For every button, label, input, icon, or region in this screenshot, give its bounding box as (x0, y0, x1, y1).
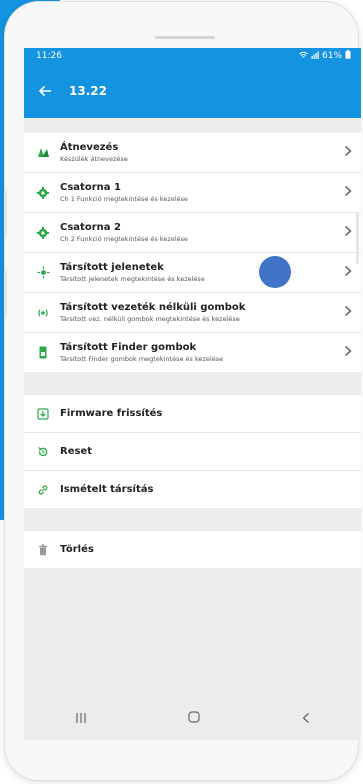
link-icon (28, 484, 58, 496)
chevron-right-icon (335, 305, 361, 321)
menu-item-scenes[interactable]: Társított jelenetek Társított jelenetek … (24, 253, 361, 293)
back-nav-icon[interactable] (301, 709, 311, 728)
menu-item-sublabel: Ch 1 Funkció megtekintése és kezelése (60, 194, 189, 203)
firmware-download-icon (28, 407, 58, 420)
trash-icon (28, 544, 58, 556)
chevron-right-icon (335, 265, 361, 281)
menu-item-label: Társított Finder gombok (60, 341, 197, 353)
chevron-right-icon (335, 345, 361, 361)
action-label: Törlés (60, 544, 94, 555)
status-indicators: 61% (299, 50, 351, 62)
battery-icon (345, 50, 351, 62)
spacer (24, 118, 361, 133)
spacer (24, 508, 361, 531)
menu-item-channel-2[interactable]: Csatorna 2 Ch 2 Funkció megtekintése és … (24, 213, 361, 253)
touch-indicator (259, 256, 291, 288)
signal-icon (311, 51, 319, 62)
menu-item-finder-buttons[interactable]: Társított Finder gombok Társított Finder… (24, 333, 361, 372)
reset-icon (28, 446, 58, 458)
speaker-grille (155, 36, 215, 39)
menu-item-wireless-buttons[interactable]: Társított vezeték nélküli gombok Társíto… (24, 293, 361, 333)
android-nav-bar (24, 696, 361, 740)
menu-item-sublabel: Társított vez. nélküli gombok megtekinté… (60, 314, 240, 323)
status-time: 11:26 (36, 51, 62, 61)
menu-item-label: Társított vezeték nélküli gombok (60, 301, 246, 313)
action-label: Ismételt társítás (60, 484, 154, 495)
menu-item-channel-1[interactable]: Csatorna 1 Ch 1 Funkció megtekintése és … (24, 173, 361, 213)
action-delete[interactable]: Törlés (24, 531, 361, 568)
screen: 11:26 61% 13.22 Átnevezés Készülék átnev… (24, 48, 361, 740)
status-bar: 11:26 61% (24, 48, 361, 64)
gear-icon (28, 186, 58, 199)
menu-item-label: Átnevezés (60, 141, 119, 153)
wireless-icon (28, 307, 58, 319)
app-bar: 13.22 (24, 64, 361, 118)
gear-icon (28, 226, 58, 239)
action-firmware-update[interactable]: Firmware frissítés (24, 395, 361, 433)
action-label: Firmware frissítés (60, 408, 163, 419)
finder-button-icon (28, 346, 58, 359)
power-button (356, 212, 359, 264)
menu-item-label: Csatorna 2 (60, 221, 121, 233)
wifi-icon (299, 51, 308, 62)
menu-item-sublabel: Társított jelenetek megtekintése és keze… (60, 274, 205, 283)
menu-card: Átnevezés Készülék átnevezése Csatorna 1… (24, 133, 361, 372)
actions-card: Firmware frissítés Reset Ismételt társít… (24, 395, 361, 508)
menu-item-rename[interactable]: Átnevezés Készülék átnevezése (24, 133, 361, 173)
chevron-right-icon (335, 145, 361, 161)
bixby-button (4, 270, 7, 318)
rename-icon (28, 146, 58, 159)
menu-item-sublabel: Társított Finder gombok megtekintése és … (60, 354, 224, 363)
menu-item-label: Társított jelenetek (60, 261, 164, 273)
delete-card: Törlés (24, 531, 361, 568)
volume-button (4, 190, 7, 238)
action-reset[interactable]: Reset (24, 433, 361, 471)
battery-percent: 61% (321, 51, 342, 61)
menu-item-sublabel: Ch 2 Funkció megtekintése és kezelése (60, 234, 189, 243)
recent-apps-icon[interactable] (74, 709, 88, 728)
phone-frame: 11:26 61% 13.22 Átnevezés Készülék átnev… (4, 2, 361, 780)
chevron-right-icon (335, 185, 361, 201)
spacer (24, 372, 361, 395)
action-repair[interactable]: Ismételt társítás (24, 471, 361, 508)
menu-item-label: Csatorna 1 (60, 181, 121, 193)
action-label: Reset (60, 446, 92, 457)
menu-item-sublabel: Készülék átnevezése (60, 154, 128, 163)
home-icon[interactable] (187, 709, 201, 728)
scene-icon (28, 266, 58, 279)
back-arrow-icon[interactable] (27, 82, 63, 101)
page-title: 13.22 (69, 84, 107, 98)
